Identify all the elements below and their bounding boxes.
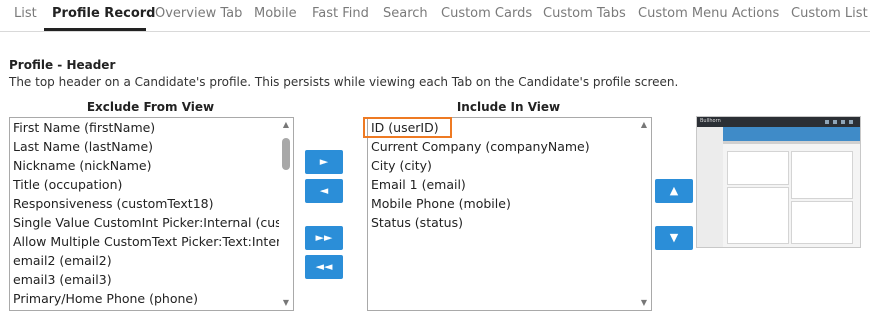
list-item[interactable]: Single Value CustomInt Picker:Internal (… <box>10 213 279 232</box>
tab-bar: List Profile Record Overview Tab Mobile … <box>0 0 870 32</box>
list-item[interactable]: Title (occupation) <box>10 175 279 194</box>
preview-header <box>723 127 860 141</box>
scroll-down-icon[interactable]: ▼ <box>637 297 651 309</box>
list-item[interactable]: Last Name (lastName) <box>10 137 279 156</box>
preview-sidebar <box>697 127 723 247</box>
tab-profile-record[interactable]: Profile Record <box>52 6 156 21</box>
move-right-button[interactable]: ► <box>305 150 343 174</box>
list-item[interactable]: Email 1 (email) <box>368 175 637 194</box>
exclude-scrollbar[interactable]: ▲ ▼ <box>279 118 293 310</box>
scroll-up-icon[interactable]: ▲ <box>637 119 651 131</box>
exclude-listbox[interactable]: First Name (firstName) Last Name (lastNa… <box>9 117 294 311</box>
move-all-left-button[interactable]: ◄◄ <box>305 255 343 279</box>
list-item[interactable]: Allow Multiple CustomText Picker:Text:In… <box>10 232 279 251</box>
preview-subheader <box>723 141 860 144</box>
section-description: The top header on a Candidate's profile.… <box>9 75 679 89</box>
list-item[interactable]: Primary/Home Phone (phone) <box>10 289 279 308</box>
preview-card <box>791 201 853 244</box>
list-item[interactable]: First Name (firstName) <box>10 118 279 137</box>
preview-card <box>727 187 789 244</box>
list-item[interactable]: Responsiveness (customText18) <box>10 194 279 213</box>
include-scrollbar[interactable]: ▲ ▼ <box>637 118 651 310</box>
tab-list[interactable]: List <box>14 6 37 21</box>
list-item[interactable]: Status (status) <box>368 213 637 232</box>
preview-icon <box>825 120 829 124</box>
scroll-up-icon[interactable]: ▲ <box>279 119 293 131</box>
list-item[interactable]: Nickname (nickName) <box>10 156 279 175</box>
preview-icon <box>833 120 837 124</box>
tab-custom-menu-actions[interactable]: Custom Menu Actions <box>638 6 779 21</box>
include-listbox[interactable]: ID (userID) Current Company (companyName… <box>367 117 652 311</box>
list-item[interactable]: City (city) <box>368 156 637 175</box>
tab-fast-find[interactable]: Fast Find <box>312 6 369 21</box>
preview-card <box>727 151 789 185</box>
tab-overview[interactable]: Overview Tab <box>155 6 242 21</box>
preview-icon <box>849 120 853 124</box>
list-item[interactable]: Current Company (companyName) <box>368 137 637 156</box>
exclude-heading: Exclude From View <box>86 100 215 114</box>
tab-custom-list[interactable]: Custom List I <box>791 6 870 21</box>
section-title: Profile - Header <box>9 58 116 72</box>
include-heading: Include In View <box>456 100 561 114</box>
preview-logo: Bullhorn <box>700 118 721 124</box>
tab-mobile[interactable]: Mobile <box>254 6 297 21</box>
preview-topbar: Bullhorn <box>697 117 860 127</box>
list-item[interactable]: Mobile Phone (mobile) <box>368 194 637 213</box>
scroll-thumb[interactable] <box>282 138 290 170</box>
move-left-button[interactable]: ◄ <box>305 179 343 203</box>
tab-custom-tabs[interactable]: Custom Tabs <box>543 6 626 21</box>
preview-card <box>791 151 853 199</box>
scroll-down-icon[interactable]: ▼ <box>279 297 293 309</box>
active-tab-indicator <box>44 28 146 31</box>
tab-search[interactable]: Search <box>383 6 428 21</box>
tab-custom-cards[interactable]: Custom Cards <box>441 6 532 21</box>
list-item[interactable]: email2 (email2) <box>10 251 279 270</box>
selected-item-highlight <box>363 117 452 138</box>
profile-preview-thumbnail: Bullhorn <box>696 116 861 248</box>
preview-icon <box>841 120 845 124</box>
move-down-button[interactable]: ▼ <box>655 226 693 250</box>
list-item[interactable]: email3 (email3) <box>10 270 279 289</box>
move-up-button[interactable]: ▲ <box>655 179 693 203</box>
move-all-right-button[interactable]: ►► <box>305 226 343 250</box>
